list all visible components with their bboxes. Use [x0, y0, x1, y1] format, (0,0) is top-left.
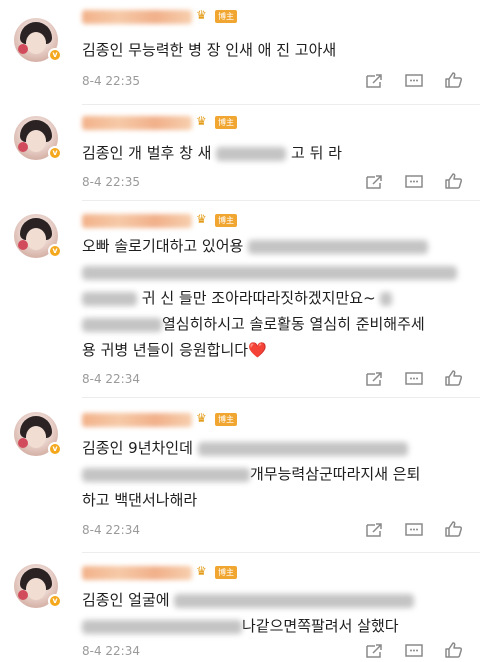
comment-icon[interactable] — [404, 521, 424, 539]
share-icon[interactable] — [364, 370, 384, 388]
verified-badge-icon: v — [48, 594, 62, 608]
comment-icon[interactable] — [404, 370, 424, 388]
verified-badge-icon: v — [48, 48, 62, 62]
comment-time: 8-4 22:34 — [82, 644, 140, 658]
share-icon[interactable] — [364, 521, 384, 539]
comment-time: 8-4 22:35 — [82, 74, 140, 88]
username-blurred[interactable] — [82, 214, 192, 228]
comment-text: 김종인 얼굴에 나같으면쪽팔려서 살했다 — [82, 587, 467, 639]
username-blurred[interactable] — [82, 566, 192, 580]
blurred-text — [380, 291, 393, 306]
comment-item: v ♛ 博主 김종인 개 벌후 창 새 고 뒤 라 8-4 22:35 — [0, 108, 480, 204]
divider — [82, 104, 480, 105]
share-icon[interactable] — [364, 72, 384, 90]
author-tag: 博主 — [215, 116, 237, 129]
comment-time: 8-4 22:35 — [82, 175, 140, 189]
blurred-text — [248, 239, 429, 254]
crown-icon: ♛ — [196, 564, 207, 578]
comment-icon[interactable] — [404, 642, 424, 660]
comment-time: 8-4 22:34 — [82, 372, 140, 386]
comment-item: v ♛ 博主 김종인 무능력한 병 장 인새 애 진 고아새 8-4 22:35 — [0, 0, 480, 110]
blurred-text — [82, 291, 137, 306]
crown-icon: ♛ — [196, 411, 207, 425]
username-blurred[interactable] — [82, 116, 192, 130]
like-icon[interactable] — [444, 71, 464, 89]
blurred-text — [82, 265, 457, 280]
blurred-text — [82, 467, 250, 482]
divider — [82, 200, 480, 201]
like-icon[interactable] — [444, 520, 464, 538]
share-icon[interactable] — [364, 173, 384, 191]
comment-icon[interactable] — [404, 72, 424, 90]
comment-time: 8-4 22:34 — [82, 523, 140, 537]
comment-item: v ♛ 博主 김종인 얼굴에 나같으면쪽팔려서 살했다 8-4 22:34 — [0, 556, 480, 662]
author-tag: 博主 — [215, 566, 237, 579]
share-icon[interactable] — [364, 642, 384, 660]
author-tag: 博主 — [215, 413, 237, 426]
verified-badge-icon: v — [48, 146, 62, 160]
comment-item: v ♛ 博主 오빠 솔로기대하고 있어용 귀 신 들만 조아라따라짓하겠지만요~… — [0, 204, 480, 396]
comment-text: 오빠 솔로기대하고 있어용 귀 신 들만 조아라따라짓하겠지만요~ 열심히하시고… — [82, 233, 467, 363]
divider — [82, 552, 480, 553]
username-blurred[interactable] — [82, 10, 192, 24]
verified-badge-icon: v — [48, 442, 62, 456]
comment-text: 김종인 무능력한 병 장 인새 애 진 고아새 — [82, 41, 337, 59]
blurred-text — [197, 441, 408, 456]
comment-text: 김종인 개 벌후 창 새 고 뒤 라 — [82, 144, 342, 162]
blurred-text — [82, 317, 162, 332]
blurred-text — [174, 593, 415, 608]
blurred-text — [216, 146, 287, 161]
divider — [82, 397, 480, 398]
like-icon[interactable] — [444, 369, 464, 387]
author-tag: 博主 — [215, 10, 237, 23]
blurred-text — [82, 619, 242, 634]
crown-icon: ♛ — [196, 114, 207, 128]
like-icon[interactable] — [444, 172, 464, 190]
username-blurred[interactable] — [82, 413, 192, 427]
crown-icon: ♛ — [196, 8, 207, 22]
like-icon[interactable] — [444, 641, 464, 659]
author-tag: 博主 — [215, 214, 237, 227]
comment-item: v ♛ 博主 김종인 9년차인데 개무능력삼군따라지새 은퇴 하고 백댄서나해라… — [0, 400, 480, 550]
comment-icon[interactable] — [404, 173, 424, 191]
comment-text: 김종인 9년차인데 개무능력삼군따라지새 은퇴 하고 백댄서나해라 — [82, 439, 421, 509]
verified-badge-icon: v — [48, 244, 62, 258]
crown-icon: ♛ — [196, 212, 207, 226]
